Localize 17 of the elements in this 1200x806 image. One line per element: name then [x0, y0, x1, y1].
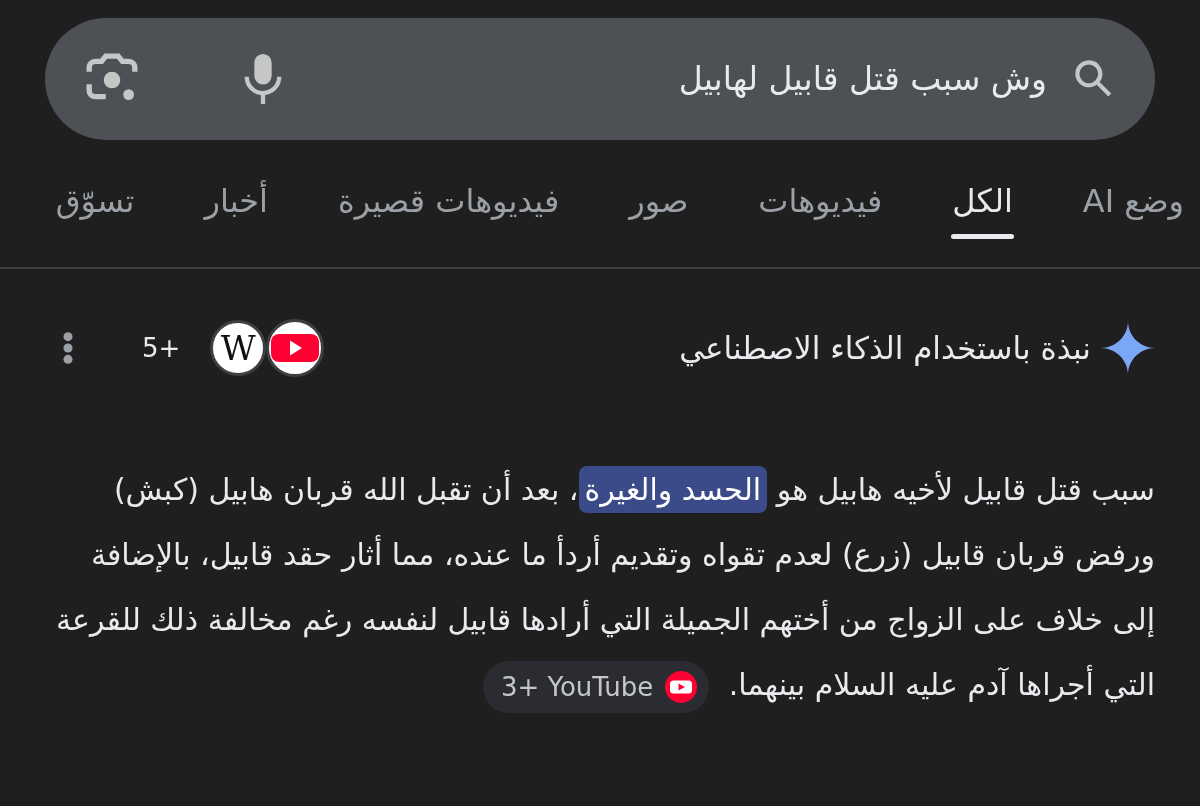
- citation-label: 3+ YouTube: [500, 670, 654, 703]
- tab[interactable]: تسوّق: [54, 180, 136, 239]
- w-letter-logo[interactable]: W: [210, 320, 267, 376]
- tab[interactable]: فيديوهات قصيرة: [336, 180, 561, 239]
- citation-chip[interactable]: 3+ YouTube: [482, 660, 710, 713]
- search-query[interactable]: وش سبب قتل قابيل لهابيل: [307, 57, 1047, 101]
- tab[interactable]: صور: [628, 180, 690, 239]
- play-logo-icon[interactable]: [266, 319, 325, 377]
- tab[interactable]: أخبار: [203, 180, 269, 239]
- overview-title: نبذة باستخدام الذكاء الاصطناعي: [678, 329, 1091, 369]
- tab[interactable]: وضع AI: [1081, 180, 1185, 239]
- sources-count[interactable]: 5+: [142, 328, 181, 368]
- more-options-icon[interactable]: [62, 331, 74, 365]
- tab[interactable]: الكل: [951, 180, 1014, 239]
- play-logo-icon: [665, 670, 698, 703]
- tab[interactable]: فيديوهات: [757, 180, 884, 239]
- highlighted-phrase-link[interactable]: الحسد والغيرة: [578, 466, 768, 513]
